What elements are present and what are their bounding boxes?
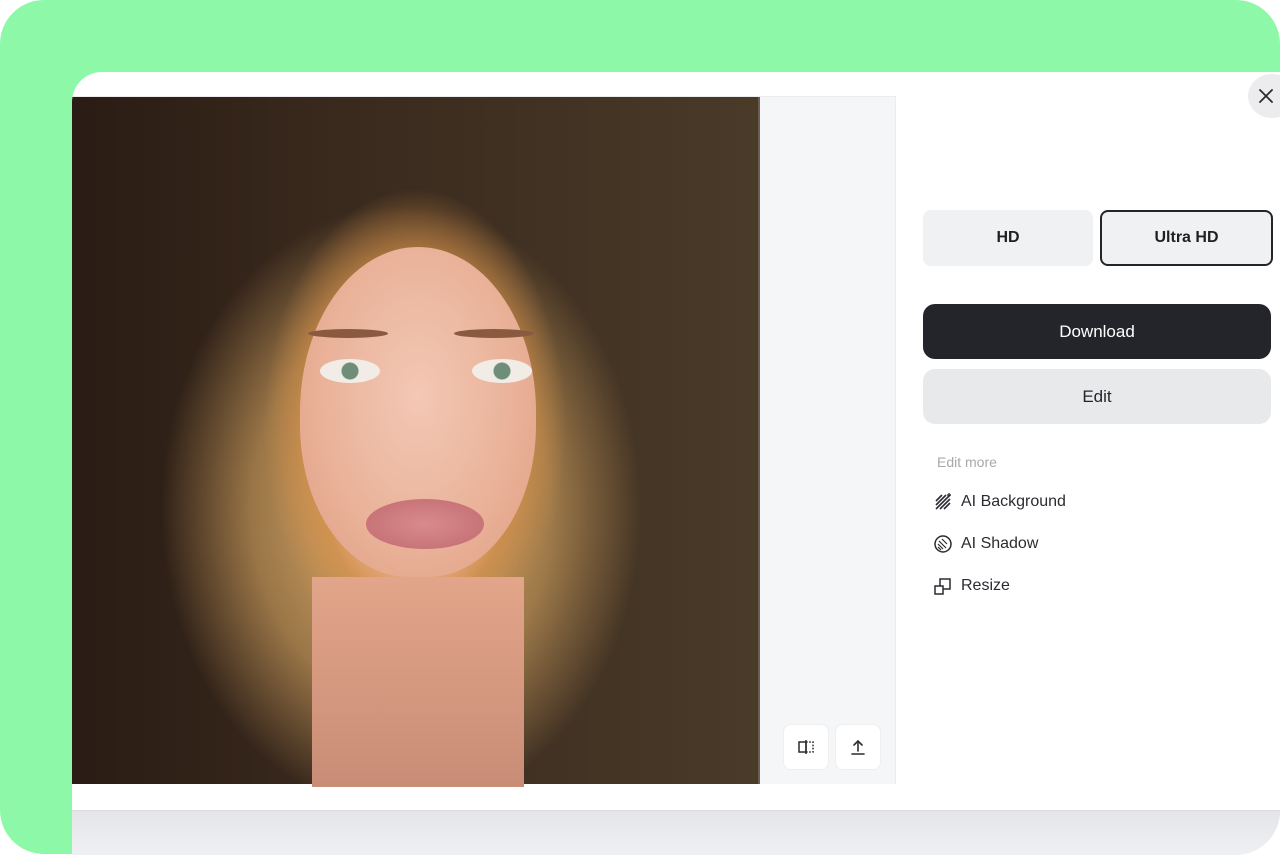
edit-more-label: AI Background xyxy=(961,493,1066,510)
image-brow-left xyxy=(308,329,388,338)
edit-more-ai-shadow[interactable]: AI Shadow xyxy=(933,532,1038,556)
image-eye-right xyxy=(472,359,532,383)
compare-button[interactable] xyxy=(783,724,829,770)
image-neck xyxy=(312,577,524,787)
edit-more-resize[interactable]: Resize xyxy=(933,574,1010,598)
quality-selector: HD Ultra HD xyxy=(923,210,1273,268)
edit-more-heading: Edit more xyxy=(937,454,997,470)
share-upload-button[interactable] xyxy=(835,724,881,770)
modal-footer-strip xyxy=(72,810,1280,855)
quality-option-hd[interactable]: HD xyxy=(923,210,1093,266)
image-lips xyxy=(366,499,484,549)
edit-more-label: Resize xyxy=(961,577,1010,594)
upload-icon xyxy=(851,739,865,755)
edit-button[interactable]: Edit xyxy=(923,369,1271,424)
download-button[interactable]: Download xyxy=(923,304,1271,359)
image-eye-left xyxy=(320,359,380,383)
ai-background-icon xyxy=(935,493,951,510)
download-modal: HD Ultra HD Download Edit Edit more AI B… xyxy=(72,72,1280,810)
resize-icon xyxy=(934,578,951,595)
quality-option-ultra-hd[interactable]: Ultra HD xyxy=(1100,210,1273,266)
image-brow-right xyxy=(454,329,534,338)
compare-split-icon xyxy=(798,740,814,754)
side-panel: HD Ultra HD Download Edit Edit more AI B… xyxy=(923,72,1273,810)
result-image xyxy=(72,97,760,787)
edit-more-ai-background[interactable]: AI Background xyxy=(933,490,1066,514)
edit-more-label: AI Shadow xyxy=(961,535,1039,552)
image-preview-area xyxy=(72,96,896,787)
ai-shadow-icon xyxy=(934,535,952,553)
